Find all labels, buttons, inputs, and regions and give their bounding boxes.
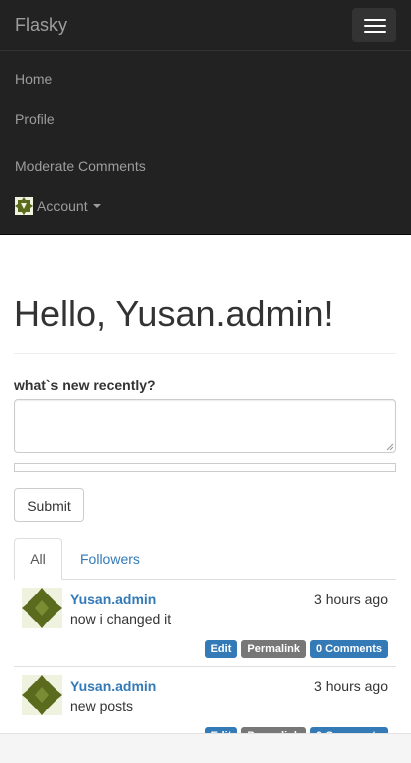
post-textarea[interactable]: [14, 399, 396, 453]
avatar[interactable]: [22, 675, 62, 715]
post-body: new posts: [70, 698, 134, 714]
post-footer: Edit Permalink 0 Comments: [204, 640, 388, 658]
caret-down-icon: [92, 204, 101, 208]
avatar[interactable]: [22, 588, 62, 628]
comments-button[interactable]: 0 Comments: [309, 640, 388, 658]
post-date: 3 hours ago: [314, 591, 388, 607]
post-textarea-wrap: [14, 399, 396, 453]
post-item: Yusan.admin 3 hours ago now i changed it…: [14, 580, 396, 666]
nav-item-home[interactable]: Home: [15, 69, 52, 89]
post-author-link[interactable]: Yusan.admin: [70, 677, 156, 695]
hamburger-icon: [364, 25, 386, 27]
account-label: Account: [37, 198, 88, 214]
nav-item-profile[interactable]: Profile: [15, 109, 55, 129]
permalink-button[interactable]: Permalink: [241, 640, 306, 658]
divider: [14, 353, 396, 354]
post-form-label: what`s new recently?: [14, 377, 156, 393]
page-title: Hello, Yusan.admin!: [14, 293, 334, 334]
post-body: now i changed it: [70, 611, 172, 627]
tab-all[interactable]: All: [14, 538, 62, 580]
tab-followers[interactable]: Followers: [80, 549, 140, 569]
submit-button[interactable]: Submit: [14, 488, 84, 522]
resize-grip-icon[interactable]: [386, 443, 394, 451]
navbar-header: Flasky: [0, 0, 411, 51]
navbar: Flasky Home Profile Moderate Comments Ac…: [0, 0, 411, 235]
post-author-link[interactable]: Yusan.admin: [70, 590, 156, 608]
post-date: 3 hours ago: [314, 678, 388, 694]
markdown-preview: [14, 463, 396, 472]
brand-link[interactable]: Flasky: [15, 14, 67, 36]
browser-bottom-bar: [0, 733, 411, 763]
nav-item-moderate-comments[interactable]: Moderate Comments: [15, 156, 146, 176]
nav-item-account[interactable]: Account: [15, 196, 101, 216]
avatar-icon: [15, 197, 33, 215]
edit-button[interactable]: Edit: [204, 640, 238, 658]
menu-toggle-button[interactable]: [352, 8, 396, 42]
hamburger-icon: [364, 31, 386, 33]
hamburger-icon: [364, 19, 386, 21]
